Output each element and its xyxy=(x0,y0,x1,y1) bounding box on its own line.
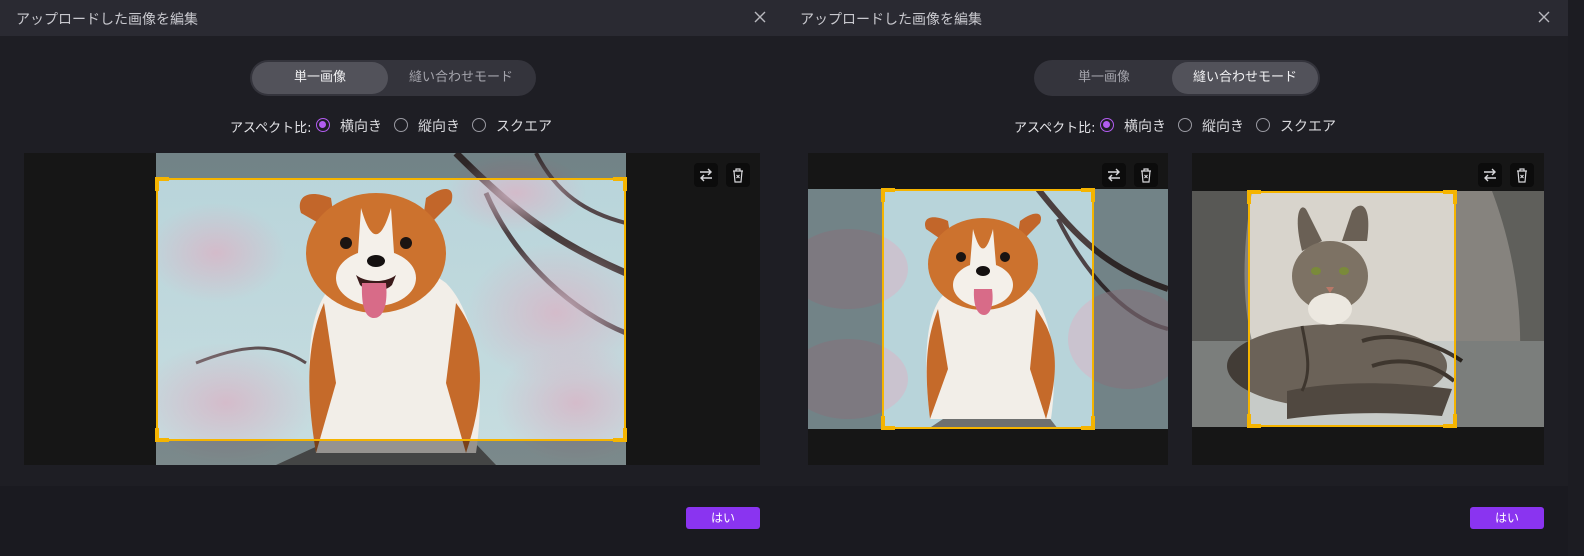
mode-toggle: 単一画像 縫い合わせモード xyxy=(250,60,536,96)
trash-icon[interactable] xyxy=(1510,163,1534,187)
close-icon[interactable] xyxy=(752,9,768,25)
aspect-square-label: スクエア xyxy=(496,119,552,135)
ok-button[interactable]: はい xyxy=(1470,507,1544,529)
crop-handle-bottom-left[interactable] xyxy=(881,416,895,430)
dialog-footer: はい xyxy=(0,486,784,556)
crop-handle-top-left[interactable] xyxy=(1247,190,1261,204)
aspect-portrait-label: 縦向き xyxy=(418,119,460,135)
close-icon[interactable] xyxy=(1536,9,1552,25)
dialog-footer: はい xyxy=(784,486,1568,556)
image-canvas-left xyxy=(808,153,1168,465)
edit-image-dialog-single: アップロードした画像を編集 単一画像 縫い合わせモード アスペクト比: 横向き … xyxy=(0,0,784,556)
ok-button[interactable]: はい xyxy=(686,507,760,529)
aspect-ratio-label: アスペクト比: xyxy=(1014,121,1096,136)
crop-handle-top-right[interactable] xyxy=(1443,190,1457,204)
aspect-ratio-label: アスペクト比: xyxy=(230,121,312,136)
crop-frame[interactable] xyxy=(155,177,627,442)
dialog-titlebar: アップロードした画像を編集 xyxy=(0,0,784,36)
crop-frame-left[interactable] xyxy=(881,188,1095,430)
trash-icon[interactable] xyxy=(726,163,750,187)
mode-stitch-button[interactable]: 縫い合わせモード xyxy=(388,62,534,94)
trash-icon[interactable] xyxy=(1134,163,1158,187)
crop-handle-top-left[interactable] xyxy=(881,188,895,202)
crop-frame-right[interactable] xyxy=(1247,190,1457,428)
crop-handle-bottom-right[interactable] xyxy=(1443,414,1457,428)
crop-handle-bottom-right[interactable] xyxy=(1081,416,1095,430)
crop-shade-right xyxy=(1094,189,1168,429)
aspect-square-label: スクエア xyxy=(1280,119,1336,135)
mode-single-image-button[interactable]: 単一画像 xyxy=(252,62,388,94)
dialog-title: アップロードした画像を編集 xyxy=(800,12,982,28)
crop-handle-top-right[interactable] xyxy=(1081,188,1095,202)
aspect-portrait-label: 縦向き xyxy=(1202,119,1244,135)
mode-single-image-button[interactable]: 単一画像 xyxy=(1036,62,1172,94)
dialog-titlebar: アップロードした画像を編集 xyxy=(784,0,1568,36)
crop-handle-bottom-left[interactable] xyxy=(1247,414,1261,428)
swap-icon[interactable] xyxy=(694,163,718,187)
crop-shade-left xyxy=(808,189,882,429)
mode-toggle: 単一画像 縫い合わせモード xyxy=(1034,60,1320,96)
crop-shade-top xyxy=(156,153,626,178)
image-canvas-right xyxy=(1192,153,1544,465)
crop-handle-top-right[interactable] xyxy=(613,177,627,191)
crop-shade-right xyxy=(1456,191,1544,427)
crop-shade-left xyxy=(1192,191,1248,427)
image-canvas xyxy=(24,153,760,465)
aspect-landscape-label: 横向き xyxy=(1124,119,1166,135)
crop-handle-bottom-right[interactable] xyxy=(613,428,627,442)
crop-shade-bottom xyxy=(156,440,626,465)
crop-handle-top-left[interactable] xyxy=(155,177,169,191)
dialog-title: アップロードした画像を編集 xyxy=(16,12,198,28)
crop-handle-bottom-left[interactable] xyxy=(155,428,169,442)
aspect-landscape-label: 横向き xyxy=(340,119,382,135)
mode-stitch-button[interactable]: 縫い合わせモード xyxy=(1172,62,1318,94)
swap-icon[interactable] xyxy=(1478,163,1502,187)
edit-image-dialog-stitch: アップロードした画像を編集 単一画像 縫い合わせモード アスペクト比: 横向き … xyxy=(784,0,1568,556)
swap-icon[interactable] xyxy=(1102,163,1126,187)
